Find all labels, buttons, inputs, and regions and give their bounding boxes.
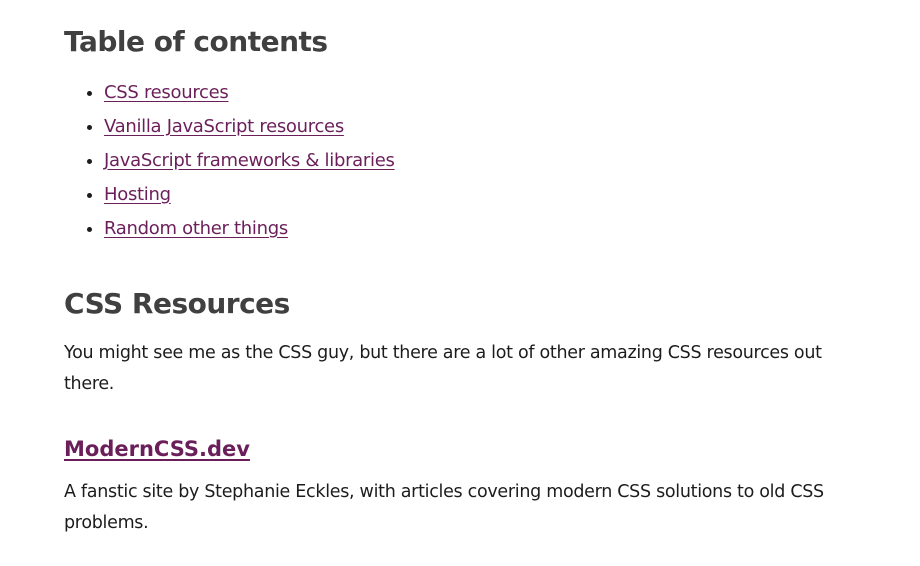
toc-link-vanilla-js[interactable]: Vanilla JavaScript resources xyxy=(104,116,344,137)
toc-link-random[interactable]: Random other things xyxy=(104,218,288,239)
toc-list: CSS resources Vanilla JavaScript resourc… xyxy=(64,76,395,246)
toc-heading: Table of contents xyxy=(64,25,328,58)
toc-item: Random other things xyxy=(104,212,395,246)
toc-link-css[interactable]: CSS resources xyxy=(104,82,229,103)
toc-item: Hosting xyxy=(104,178,395,212)
css-resources-heading: CSS Resources xyxy=(64,287,290,320)
toc-item: Vanilla JavaScript resources xyxy=(104,110,395,144)
toc-item: CSS resources xyxy=(104,76,395,110)
resource-description: A fanstic site by Stephanie Eckles, with… xyxy=(64,482,824,533)
moderncss-link[interactable]: ModernCSS.dev xyxy=(64,437,250,461)
toc-link-hosting[interactable]: Hosting xyxy=(104,184,171,205)
resource-heading: ModernCSS.dev xyxy=(64,434,250,464)
toc-link-js-frameworks[interactable]: JavaScript frameworks & libraries xyxy=(104,150,395,171)
toc-item: JavaScript frameworks & libraries xyxy=(104,144,395,178)
css-resources-intro: You might see me as the CSS guy, but the… xyxy=(64,343,822,394)
